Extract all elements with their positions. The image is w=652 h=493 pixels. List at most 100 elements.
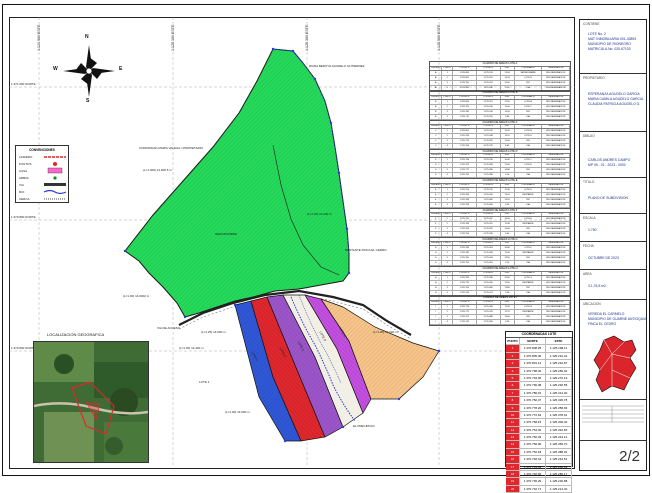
axis-label-east-1: 1.124.900 ESTE bbox=[37, 24, 41, 51]
table-cell: LOTE D bbox=[515, 134, 543, 139]
coordinate-cell: 1.370.744,05 bbox=[520, 463, 546, 471]
table-cell: 1.125.270 bbox=[477, 187, 501, 192]
table-cell: 4 bbox=[442, 261, 453, 266]
table-header-cell: COLINDANTE bbox=[515, 183, 543, 187]
title-block-drawn-by: DIBUJO CARLOS ANDRES CAMPO MP 05 - 01 - … bbox=[580, 132, 646, 178]
table-cell: C bbox=[430, 139, 443, 144]
table-cell: 1.125.336 bbox=[477, 275, 501, 280]
table-cell: E bbox=[430, 187, 443, 192]
coordinate-cell: 1.370.772,63 bbox=[520, 411, 546, 419]
table-header-cell: COORD E bbox=[477, 242, 501, 246]
table-cell: F bbox=[430, 227, 443, 232]
table-cell: RESTANTE bbox=[515, 192, 543, 197]
coordinate-row: 16 1.370.748,44 1.125.244,51 bbox=[506, 456, 572, 464]
distance-label: (L=1.000) 14.000,5 m bbox=[143, 168, 172, 172]
title-block-date: FECHA OCTUBRE DE 2023 bbox=[580, 242, 646, 270]
table-cell: 1.125.352 bbox=[477, 261, 501, 266]
table-cell: 1.370.754 bbox=[453, 232, 477, 237]
table-cell: RIO bbox=[515, 139, 543, 144]
south-label: S bbox=[86, 98, 90, 104]
legend-item: CASA bbox=[19, 169, 28, 173]
coordinate-cell: 1.370.764,02 bbox=[520, 426, 546, 434]
table-cell: VIA bbox=[515, 173, 543, 178]
table-cell: RIO bbox=[515, 80, 543, 85]
cell-line: MAT. INMOBILIARIA 001-43893 bbox=[588, 37, 637, 41]
legend-item: CERCA bbox=[19, 197, 30, 201]
table-cell: 1.125.374 bbox=[477, 290, 501, 295]
coordinate-cell: 1.125.336,78 bbox=[546, 397, 572, 404]
coordinate-cell: 1.370.778,20 bbox=[520, 404, 546, 411]
table-cell: SIN OBSERVACION bbox=[542, 251, 570, 256]
distance-label: (L=1.25) 14.000 m bbox=[201, 330, 226, 334]
table-cell: VIA bbox=[515, 261, 543, 266]
table-header-cell: LINDERO bbox=[430, 213, 443, 217]
table-cell: SIN OBSERVACION bbox=[542, 139, 570, 144]
table-cell: 13.10 bbox=[501, 192, 515, 197]
title-block-scale: ESCALA 1:750 bbox=[580, 214, 646, 242]
table-cell: SIN OBSERVACION bbox=[542, 314, 570, 319]
table-cell: 1.125.250 bbox=[477, 158, 501, 163]
coordinate-cell: 1.370.760,33 bbox=[520, 434, 546, 441]
table-header-cell: LINDERO bbox=[430, 125, 443, 129]
coordinate-row: 20 1.370.732,71 1.125.214,40 bbox=[506, 485, 572, 493]
area-table: CUADRO DE AREAS LOTE D LINDERO PUNTO COORD … bbox=[429, 148, 571, 180]
table-header-cell: OBSERVACION bbox=[542, 242, 570, 246]
table-cell: 1.125.358 bbox=[477, 304, 501, 309]
table-cell: A bbox=[430, 80, 443, 85]
municipality-map-icon bbox=[593, 335, 637, 393]
table-cell: 12.40 bbox=[501, 251, 515, 256]
table-cell: 1.370.776 bbox=[453, 280, 477, 285]
area-table: CUADRO DE AREAS LOTE C LINDERO PUNTO COORD … bbox=[429, 119, 571, 151]
table-header-cell: LINDERO bbox=[430, 242, 443, 246]
coordinate-cell: 14 bbox=[506, 441, 520, 448]
table-cell: A bbox=[430, 75, 443, 80]
axis-label-north-3: 1.370.600 NORTE bbox=[11, 346, 36, 350]
table-cell: 4 bbox=[442, 232, 453, 237]
cell-line: 3.1,76,5 m2 bbox=[588, 284, 606, 288]
table-cell: 1.370.772 bbox=[453, 309, 477, 314]
coordinate-cell: 1.370.786,91 bbox=[520, 389, 546, 397]
cell-label: FECHA bbox=[583, 244, 594, 248]
west-label: W bbox=[53, 66, 58, 72]
coordinate-cell: 1.370.752,18 bbox=[520, 448, 546, 456]
table-header-cell: DIST bbox=[501, 300, 515, 304]
table-header-cell: OBSERVACION bbox=[542, 213, 570, 217]
table-header-cell: COORD E bbox=[477, 154, 501, 158]
table-header-cell: PUNTO bbox=[442, 271, 453, 275]
table-cell: 1.125.198 bbox=[477, 70, 501, 75]
axis-label-east-3: 1.125.300 ESTE bbox=[305, 24, 309, 51]
table-cell: 14.50 bbox=[501, 109, 515, 114]
table-cell: 3 bbox=[442, 109, 453, 114]
table-cell: SIN OBSERVACION bbox=[542, 168, 570, 173]
table-header-cell: COORD N bbox=[453, 154, 477, 158]
table-cell: SIN OBSERVACION bbox=[542, 173, 570, 178]
table-cell: I bbox=[430, 309, 443, 314]
table-cell: 1.125.334 bbox=[477, 251, 501, 256]
table-header-cell: DIST bbox=[501, 213, 515, 217]
table-header-cell: COORD N bbox=[453, 242, 477, 246]
coordinate-row: 1 1.370.808,25 1.125.198,11 bbox=[506, 345, 572, 353]
table-cell: 1.125.248 bbox=[477, 134, 501, 139]
table-cell: 1.125.356 bbox=[477, 280, 501, 285]
table-cell: RIO bbox=[515, 227, 543, 232]
coordinate-cell: 19 bbox=[506, 478, 520, 485]
table-header-cell: COORD E bbox=[477, 125, 501, 129]
area-table: CUADRO DE AREAS LOTE B LINDERO PUNTO COORD … bbox=[429, 90, 571, 121]
cell-line: 1:750 bbox=[588, 228, 597, 232]
table-cell: 1.125.322 bbox=[477, 227, 501, 232]
table-header-cell: COLINDANTE bbox=[515, 66, 543, 70]
table-cell: 2 bbox=[442, 75, 453, 80]
table-cell: 2 bbox=[442, 309, 453, 314]
table-header-cell: LINDERO bbox=[430, 271, 443, 275]
table-header-cell: LINDERO bbox=[430, 95, 443, 99]
table-cell: 3 bbox=[442, 197, 453, 202]
cell-line: LOTE No. 2 bbox=[588, 32, 606, 36]
table-cell: 1.370.790 bbox=[453, 80, 477, 85]
table-cell: I bbox=[430, 304, 443, 309]
table-cell: RIO bbox=[515, 197, 543, 202]
cell-line: MARIA CAMILA AGUDELO GARCIA bbox=[588, 97, 644, 101]
table-cell: 1.125.210 bbox=[477, 75, 501, 80]
table-cell: 1.125.314 bbox=[477, 246, 501, 251]
table-header-cell: DIST bbox=[501, 125, 515, 129]
coordinate-row: 17 1.370.744,05 1.125.262,33 bbox=[506, 463, 572, 472]
